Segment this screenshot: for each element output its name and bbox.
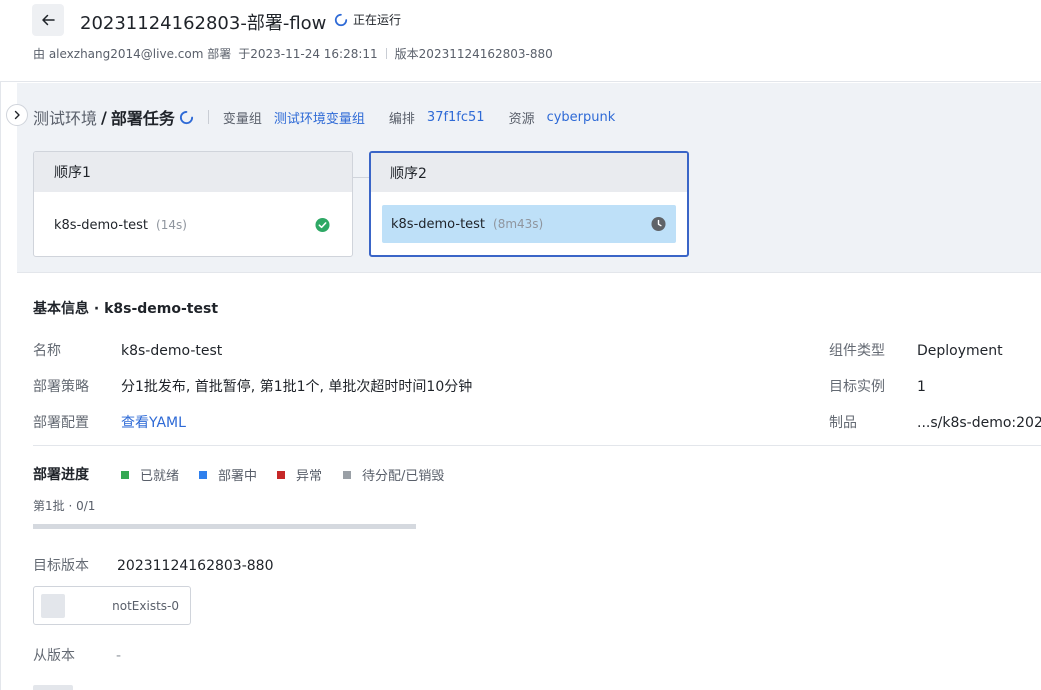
run-status: 正在运行: [334, 11, 401, 28]
header-divider: [207, 110, 209, 124]
field-label: 目标版本: [33, 558, 89, 574]
resource-link[interactable]: cyberpunk: [547, 110, 616, 125]
var-group-link[interactable]: 测试环境变量组: [274, 108, 365, 127]
stage-card-2: 顺序2 k8s-demo-test (8m43s): [369, 151, 689, 257]
orchestration-label: 编排: [388, 111, 415, 127]
section-title: 基本信息 · k8s-demo-test: [33, 301, 219, 317]
stage-title: 顺序1: [34, 152, 352, 192]
field-value: 20231124162803-880: [117, 558, 274, 574]
environment-name: 测试环境: [33, 109, 98, 128]
instance-status-square: [41, 593, 65, 618]
field-label: 部署配置: [33, 415, 89, 431]
from-version: 从版本 -: [33, 645, 121, 665]
deployer: 由 alexzhang2014@live.com 部署: [33, 47, 232, 61]
job-duration: (14s): [156, 218, 187, 232]
legend-ready: 已就绪: [121, 465, 179, 484]
job-name: k8s-demo-test: [54, 217, 149, 233]
status-text: 正在运行: [353, 13, 402, 27]
legend-label: 异常: [296, 469, 323, 484]
breadcrumb-separator: /: [101, 107, 107, 127]
legend-error: 异常: [277, 465, 322, 484]
field-value: 分1批发布, 首批暂停, 第1批1个, 单批次超时时间10分钟: [121, 379, 473, 395]
legend-swatch: [199, 470, 207, 479]
pipeline-header: 测试环境 / 部署任务 变量组 测试环境变量组 编排 37f1fc51 资源 c…: [33, 105, 639, 129]
instance-name: notExists-0: [112, 598, 179, 613]
info-component-type: 组件类型 Deployment: [829, 340, 1003, 360]
field-label: 组件类型: [829, 343, 885, 359]
spinner-icon: [334, 13, 348, 26]
sidebar-toggle[interactable]: [6, 104, 28, 126]
field-label: 名称: [33, 343, 61, 359]
stage-title: 顺序2: [371, 153, 687, 192]
info-config: 部署配置 查看YAML: [33, 412, 186, 432]
left-border: [0, 0, 1, 690]
legend-label: 待分配/已销毁: [362, 469, 445, 484]
task-name: 部署任务: [110, 109, 175, 128]
resource-label: 资源: [508, 111, 535, 127]
truncated-content: [33, 685, 73, 690]
field-label: 制品: [829, 415, 857, 431]
info-name: 名称 k8s-demo-test: [33, 340, 222, 360]
job-item-selected[interactable]: k8s-demo-test (8m43s): [382, 205, 676, 243]
arrow-left-icon: [42, 14, 55, 26]
field-value: -: [116, 648, 122, 664]
info-artifact: 制品 ...s/k8s-demo:202: [829, 412, 1041, 432]
legend-label: 已就绪: [140, 469, 180, 484]
legend-pending: 待分配/已销毁: [343, 465, 444, 484]
var-group-label: 变量组: [222, 111, 262, 127]
field-value: 1: [917, 379, 926, 395]
back-button[interactable]: [32, 4, 64, 36]
legend-swatch: [343, 470, 351, 479]
section-divider: [33, 445, 1041, 446]
deploy-version: 版本20231124162803-880: [394, 47, 553, 61]
field-value: Deployment: [917, 343, 1003, 359]
meta-divider: [385, 48, 387, 59]
job-name: k8s-demo-test: [391, 216, 486, 232]
instance-card[interactable]: notExists-0: [33, 586, 191, 625]
deploy-meta: 由 alexzhang2014@live.com 部署 于2023-11-24 …: [33, 45, 553, 62]
job-item[interactable]: k8s-demo-test (14s): [54, 207, 330, 243]
clock-icon: [651, 216, 666, 232]
chevron-right-icon: [14, 110, 20, 120]
field-label: 部署策略: [33, 379, 89, 395]
job-duration: (8m43s): [493, 217, 544, 231]
spinner-icon: [179, 110, 193, 124]
stage-card-1: 顺序1 k8s-demo-test (14s): [33, 151, 353, 257]
field-value: ...s/k8s-demo:202: [917, 415, 1041, 431]
legend-swatch: [277, 470, 285, 479]
info-target-instances: 目标实例 1: [829, 376, 926, 396]
field-value: k8s-demo-test: [121, 343, 223, 359]
info-strategy: 部署策略 分1批发布, 首批暂停, 第1批1个, 单批次超时时间10分钟: [33, 376, 472, 396]
page-title: 20231124162803-部署-flow: [80, 13, 327, 34]
progress-title: 部署进度: [33, 467, 89, 483]
orchestration-link[interactable]: 37f1fc51: [427, 110, 485, 125]
check-circle-icon: [315, 217, 330, 233]
view-yaml-link[interactable]: 查看YAML: [121, 415, 186, 431]
legend-deploying: 部署中: [199, 465, 257, 484]
batch-progress-bar: [33, 524, 416, 529]
field-label: 从版本: [33, 648, 75, 664]
target-version: 目标版本 20231124162803-880: [33, 555, 273, 575]
legend-swatch: [121, 470, 129, 479]
field-label: 目标实例: [829, 379, 885, 395]
page-header: 20231124162803-部署-flow 正在运行 由 alexzhang2…: [0, 0, 1041, 82]
batch-label: 第1批 · 0/1: [33, 499, 96, 513]
stage-connector: [353, 177, 369, 178]
deploy-time: 于2023-11-24 16:28:11: [238, 47, 378, 61]
legend-label: 部署中: [218, 469, 258, 484]
